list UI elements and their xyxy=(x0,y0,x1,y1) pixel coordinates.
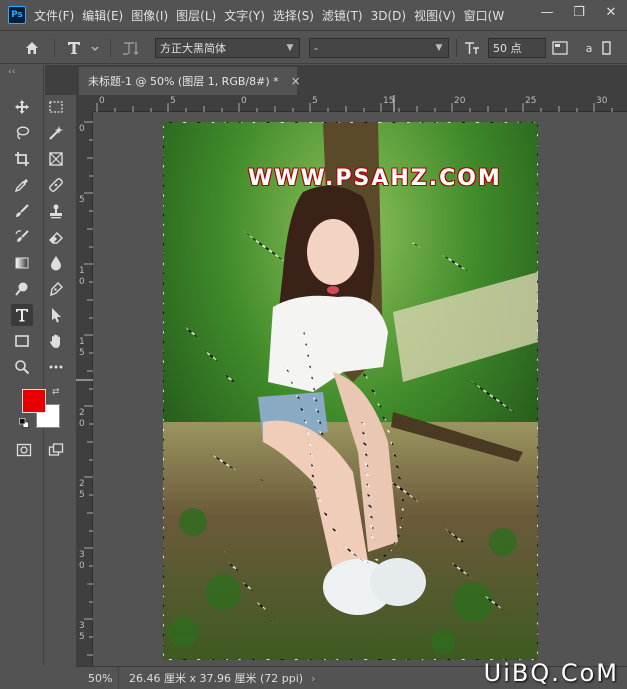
eyedropper-tool-icon[interactable] xyxy=(11,174,33,196)
minimize-button[interactable]: — xyxy=(531,0,563,24)
zoom-level[interactable]: 50% xyxy=(76,672,118,685)
swap-colors-icon[interactable]: ⇄ xyxy=(52,387,60,397)
close-tab-icon[interactable]: × xyxy=(291,74,301,88)
pen-tool-icon[interactable] xyxy=(45,278,67,300)
ruler-h-label: 0 xyxy=(241,96,247,106)
menu-bar: Ps 文件(F) 编辑(E) 图像(I) 图层(L) 文字(Y) 选择(S) 滤… xyxy=(0,0,627,31)
menu-window[interactable]: 窗口(W xyxy=(460,7,509,24)
status-menu-arrow-icon[interactable]: › xyxy=(311,672,315,685)
ruler-v-label: 0 xyxy=(79,124,85,134)
document-info: 26.46 厘米 x 37.96 厘米 (72 ppi) xyxy=(118,666,303,689)
lasso-tool-icon[interactable] xyxy=(11,122,33,144)
more-tools-icon[interactable] xyxy=(45,356,67,378)
rectangle-tool-icon[interactable] xyxy=(11,330,33,352)
ruler-h-label: 15 xyxy=(383,96,395,106)
move-tool-icon[interactable] xyxy=(11,96,33,118)
ruler-h-label: 25 xyxy=(525,96,537,106)
photo-image xyxy=(163,122,538,660)
menu-view[interactable]: 视图(V) xyxy=(410,7,460,24)
restore-button[interactable]: ❐ xyxy=(563,0,595,24)
close-window-button[interactable]: ✕ xyxy=(595,0,627,24)
ruler-v-label: 20 xyxy=(79,408,85,429)
clone-stamp-tool-icon[interactable] xyxy=(45,200,67,222)
magic-wand-tool-icon[interactable] xyxy=(45,122,67,144)
type-tool-icon[interactable] xyxy=(11,304,33,326)
font-family-value: 方正大黑简体 xyxy=(160,42,226,55)
foreground-color-swatch[interactable] xyxy=(22,389,46,413)
healing-brush-tool-icon[interactable] xyxy=(45,174,67,196)
home-icon[interactable] xyxy=(20,38,44,58)
warp-text-icon[interactable] xyxy=(597,38,617,58)
dodge-tool-icon[interactable] xyxy=(11,278,33,300)
chevron-down-icon: ▼ xyxy=(286,43,294,53)
menu-select[interactable]: 选择(S) xyxy=(269,7,318,24)
tools-panel: ‹‹ ⇄ xyxy=(0,65,64,665)
document-overlay-text: WWW.PSAHZ.COM xyxy=(248,166,502,191)
ruler-origin[interactable] xyxy=(76,95,93,112)
brush-tool-icon[interactable] xyxy=(11,200,33,222)
ruler-h-label: 0 xyxy=(99,96,105,106)
menu-layer[interactable]: 图层(L) xyxy=(172,7,220,24)
ruler-v-label: 5 xyxy=(79,195,85,205)
vertical-ruler[interactable]: 0 5 10 15 20 25 30 35 xyxy=(76,112,93,667)
photoshop-logo[interactable]: Ps xyxy=(8,6,26,24)
frame-tool-icon[interactable] xyxy=(45,148,67,170)
ruler-v-label: 25 xyxy=(79,479,85,500)
font-size-select[interactable]: 50 点 xyxy=(488,38,546,58)
site-watermark: UiBQ.CoM xyxy=(483,659,619,687)
document-canvas[interactable]: WWW.PSAHZ.COM xyxy=(163,122,538,660)
menu-file[interactable]: 文件(F) xyxy=(30,7,78,24)
chevron-down-icon: ▼ xyxy=(435,43,443,53)
blur-tool-icon[interactable] xyxy=(45,252,67,274)
ruler-v-label: 15 xyxy=(79,337,85,358)
document-tab[interactable]: 未标题-1 @ 50% (图层 1, RGB/8#) * × xyxy=(79,67,301,95)
ruler-v-label: 35 xyxy=(79,621,85,642)
font-style-select[interactable]: - ▼ xyxy=(309,38,449,58)
path-selection-tool-icon[interactable] xyxy=(45,304,67,326)
font-family-select[interactable]: 方正大黑简体 ▼ xyxy=(155,38,300,58)
ruler-h-label: 30 xyxy=(596,96,608,106)
menu-3d[interactable]: 3D(D) xyxy=(367,9,410,23)
collapse-panel-icon[interactable]: ‹‹ xyxy=(8,67,15,77)
history-brush-tool-icon[interactable] xyxy=(11,226,33,248)
font-size-icon xyxy=(461,38,483,58)
gradient-tool-icon[interactable] xyxy=(11,252,33,274)
anti-alias-icon[interactable] xyxy=(550,38,570,58)
crop-tool-icon[interactable] xyxy=(11,148,33,170)
ruler-v-label: 30 xyxy=(79,550,85,571)
document-tab-title: 未标题-1 @ 50% (图层 1, RGB/8#) * xyxy=(88,75,279,88)
window-controls: — ❐ ✕ xyxy=(531,0,627,31)
type-tool-preset-icon[interactable] xyxy=(64,38,104,58)
font-size-value: 50 点 xyxy=(493,42,522,55)
font-style-value: - xyxy=(314,41,318,55)
menu-edit[interactable]: 编辑(E) xyxy=(78,7,127,24)
marquee-tool-icon[interactable] xyxy=(45,96,67,118)
toggle-text-orientation-icon[interactable] xyxy=(118,38,142,58)
default-colors-icon[interactable] xyxy=(19,417,29,428)
menu-filter[interactable]: 滤镜(T) xyxy=(318,7,367,24)
hand-tool-icon[interactable] xyxy=(45,330,67,352)
ruler-h-label: 5 xyxy=(170,96,176,106)
zoom-tool-icon[interactable] xyxy=(11,356,33,378)
screen-mode-icon[interactable] xyxy=(45,439,67,461)
anti-alias-label: a xyxy=(585,41,593,55)
horizontal-ruler[interactable]: 0 5 0 5 15 20 25 30 xyxy=(93,95,627,112)
document-tab-bar: 未标题-1 @ 50% (图层 1, RGB/8#) * × xyxy=(45,65,627,95)
ruler-h-label: 20 xyxy=(454,96,466,106)
menu-type[interactable]: 文字(Y) xyxy=(220,7,269,24)
quick-mask-icon[interactable] xyxy=(13,439,35,461)
eraser-tool-icon[interactable] xyxy=(45,226,67,248)
menu-items: 文件(F) 编辑(E) 图像(I) 图层(L) 文字(Y) 选择(S) 滤镜(T… xyxy=(30,0,508,31)
menu-image[interactable]: 图像(I) xyxy=(127,7,172,24)
ruler-v-label: 10 xyxy=(79,266,85,287)
options-bar: 方正大黑简体 ▼ - ▼ 50 点 a xyxy=(0,32,627,64)
ruler-h-label: 5 xyxy=(312,96,318,106)
